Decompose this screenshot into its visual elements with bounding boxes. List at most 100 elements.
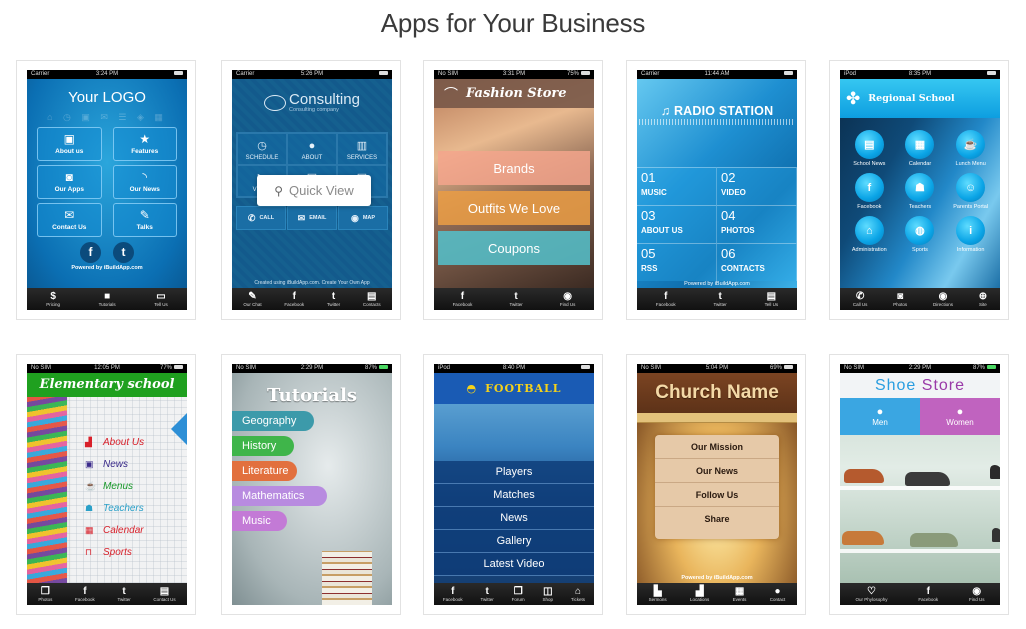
menu-item-services[interactable]: ▥ SERVICES [337,133,387,165]
tab-photos[interactable]: ◙ Photos [893,291,907,308]
menu-button-outfits[interactable]: Outfits We Love [438,191,590,225]
tab-twitter[interactable]: t Twitter [509,291,522,308]
menu-item-gallery[interactable]: Gallery [434,530,594,553]
menu-item-matches[interactable]: Matches [434,484,594,507]
tab-tutorials[interactable]: ■ Tutorials [99,291,116,308]
tab-tell-us[interactable]: ▤ Tell Us [765,291,779,308]
menu-item-rss[interactable]: 05 RSS [637,243,717,281]
tab-our-chat[interactable]: ✎ Our Chat [243,291,261,308]
status-bar: Carrier 5:26 PM [232,70,392,79]
menu-item-share[interactable]: Share [655,507,779,531]
menu-item-about-us[interactable]: ▟ About Us [85,431,144,453]
menu-button-contact-us[interactable]: ✉ Contact Us [37,203,102,237]
app-template-card[interactable]: No SIM 2:29 PM 87% Shoe Store ● Men ● Wome… [829,354,1009,615]
menu-item-about[interactable]: ● ABOUT [287,133,337,165]
menu-item-facebook[interactable]: f Facebook [844,173,895,210]
menu-button-coupons[interactable]: Coupons [438,231,590,265]
menu-item-history[interactable]: History [232,436,294,456]
menu-item-sports[interactable]: ⊓ Sports [85,541,144,563]
menu-item-information[interactable]: i Information [945,216,996,253]
twitter-icon[interactable]: t [113,242,134,263]
menu-item-latest-video[interactable]: Latest Video [434,553,594,576]
tab-twitter[interactable]: t Twitter [481,586,494,603]
app-template-card[interactable]: No SIM 3:31 PM 75% ⌒ Fashion Store Brand… [423,60,603,320]
menu-item-news[interactable]: ▣ News [85,453,144,475]
menu-item-geography[interactable]: Geography [232,411,314,431]
menu-button-about-us[interactable]: ▣ About us [37,127,102,161]
menu-item-photos[interactable]: 04 PHOTOS [717,205,797,243]
menu-item-calendar[interactable]: ▦ Calendar [85,519,144,541]
app-template-card[interactable]: Carrier 5:26 PM Consulting Consulting co… [221,60,401,320]
tab-find-us[interactable]: ◉ Find Us [969,586,985,603]
tab-our-phylosophy[interactable]: ♡ Our Phylosophy [855,586,887,603]
menu-button-brands[interactable]: Brands [438,151,590,185]
tab-shop[interactable]: ◫ Shop [543,586,554,603]
menu-item-follow-us[interactable]: Follow Us [655,483,779,507]
app-template-card[interactable]: No SIM 5:04 PM 69% Church Name Our Missi… [626,354,806,615]
tab-events[interactable]: ▦ Events [733,586,747,603]
menu-item-sports[interactable]: ◍ Sports [895,216,946,253]
app-template-card[interactable]: No SIM 12:05 PM 77% Elementary school ▟ A… [16,354,196,615]
tab-facebook[interactable]: f Facebook [918,586,938,603]
menu-item-calendar[interactable]: ▦ Calendar [895,130,946,167]
menu-item-teachers[interactable]: ☗ Teachers [895,173,946,210]
menu-button-our-news[interactable]: ◝ Our News [112,165,177,199]
menu-item-video[interactable]: 02 VIDEO [717,167,797,205]
app-template-card[interactable]: iPod 8:40 PM ◓ FOOTBALL Players Matches … [423,354,603,615]
menu-item-about-us[interactable]: 03 ABOUT US [637,205,717,243]
quick-view-button[interactable]: ⚲ Quick View [257,175,371,206]
app-template-card[interactable]: iPod 8:35 PM ✤ Regional School ▤ School N… [829,60,1009,320]
menu-item-lunch-menu[interactable]: ☕ Lunch Menu [945,130,996,167]
app-template-card[interactable]: No SIM 2:29 PM 87% Tutorials Geography H… [221,354,401,615]
menu-button-our-apps[interactable]: ◙ Our Apps [37,165,102,199]
tab-facebook[interactable]: f Facebook [75,586,95,603]
tab-tell-us[interactable]: ▭ Tell Us [154,291,168,308]
tab-contact-us[interactable]: ▤ Contact Us [153,586,175,603]
tab-tickets[interactable]: ⌂ Tickets [571,586,585,603]
category-women[interactable]: ● Women [920,398,1000,435]
menu-item-schedule[interactable]: ◷ SCHEDULE [237,133,287,165]
tab-facebook[interactable]: f Facebook [284,291,304,308]
tab-twitter[interactable]: t Twitter [713,291,726,308]
tab-twitter[interactable]: t Twitter [327,291,340,308]
tab-contact[interactable]: ● Contact [770,586,786,603]
tab-call-us[interactable]: ✆ Call Us [853,291,868,308]
action-email[interactable]: ✉ EMAIL [287,206,337,230]
book-icon: ▥ [356,140,368,152]
menu-item-parents-portal[interactable]: ☺ Parents Portal [945,173,996,210]
action-map[interactable]: ◉ MAP [338,206,388,230]
tab-pricing[interactable]: $ Pricing [46,291,60,308]
menu-item-music[interactable]: Music [232,511,287,531]
category-men[interactable]: ● Men [840,398,920,435]
menu-button-features[interactable]: ★ Features [112,127,177,161]
menu-button-talks[interactable]: ✎ Talks [112,203,177,237]
tab-twitter[interactable]: t Twitter [117,586,130,603]
tab-find-us[interactable]: ◉ Find Us [560,291,576,308]
tab-facebook[interactable]: f Facebook [656,291,676,308]
tab-directions[interactable]: ◉ Directions [933,291,953,308]
app-template-card[interactable]: Carrier 11:44 AM ♫ RADIO STATION 01 MUSIC… [626,60,806,320]
menu-item-literature[interactable]: Literature [232,461,297,481]
tab-facebook[interactable]: f Facebook [453,291,473,308]
action-call[interactable]: ✆ CALL [236,206,286,230]
menu-item-news[interactable]: News [434,507,594,530]
menu-item-teachers[interactable]: ☗ Teachers [85,497,144,519]
tab-locations[interactable]: ▟ Locations [690,586,709,603]
menu-item-administration[interactable]: ⌂ Administration [844,216,895,253]
tab-forum[interactable]: ❐ Forum [512,586,525,603]
tab-sermons[interactable]: ▙ Sermons [649,586,667,603]
tab-contacts[interactable]: ▤ Contacts [363,291,381,308]
tab-site[interactable]: ⊕ Site [979,291,987,308]
facebook-icon[interactable]: f [80,242,101,263]
menu-item-our-mission[interactable]: Our Mission [655,435,779,459]
menu-item-school-news[interactable]: ▤ School News [844,130,895,167]
menu-item-contacts[interactable]: 06 CONTACTS [717,243,797,281]
menu-item-our-news[interactable]: Our News [655,459,779,483]
menu-item-mathematics[interactable]: Mathematics [232,486,327,506]
menu-item-menus[interactable]: ☕ Menus [85,475,144,497]
tab-photos[interactable]: ❐ Photos [38,586,52,603]
tab-facebook[interactable]: f Facebook [443,586,463,603]
app-template-card[interactable]: Carrier 3:24 PM Your LOGO ⌂ ◷ ▣ ✉ ☰ ◈ ▦ … [16,60,196,320]
menu-item-music[interactable]: 01 MUSIC [637,167,717,205]
menu-item-players[interactable]: Players [434,461,594,484]
